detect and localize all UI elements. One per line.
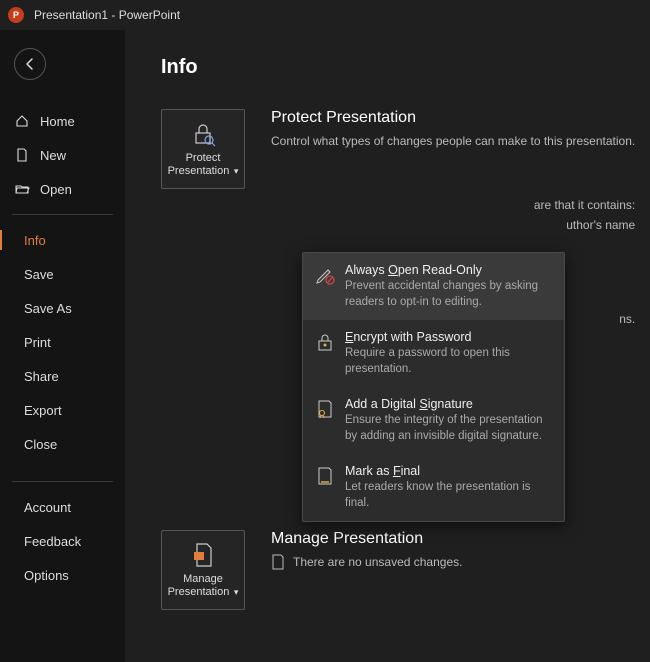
certificate-icon [315, 397, 335, 444]
titlebar: P Presentation1 - PowerPoint [0, 0, 650, 30]
nav-info-label: Info [24, 233, 46, 248]
manage-button-label: Manage Presentation [168, 573, 230, 598]
menu-final-title: Mark as Final [345, 464, 552, 478]
nav-home[interactable]: Home [0, 104, 125, 138]
backstage-sidebar: Home New Open Info Save Save As Print Sh… [0, 30, 125, 662]
nav-close-label: Close [24, 437, 57, 452]
menu-encrypt-title: Encrypt with Password [345, 330, 552, 344]
protect-dropdown-menu: Always Open Read-Only Prevent accidental… [302, 252, 565, 522]
menu-encrypt-with-password[interactable]: Encrypt with Password Require a password… [303, 320, 564, 387]
nav-open-label: Open [40, 182, 72, 197]
nav-feedback[interactable]: Feedback [0, 524, 125, 558]
nav-new[interactable]: New [0, 138, 125, 172]
protect-title: Protect Presentation [271, 109, 635, 127]
inspect-partial-author: uthor's name [271, 218, 635, 232]
nav-save-as-label: Save As [24, 301, 72, 316]
nav-home-label: Home [40, 114, 75, 129]
menu-encrypt-desc: Require a password to open this presenta… [345, 346, 552, 377]
nav-print-label: Print [24, 335, 51, 350]
protect-presentation-button[interactable]: Protect Presentation ▾ [161, 109, 245, 189]
manage-presentation-button[interactable]: Manage Presentation ▾ [161, 530, 245, 610]
folder-open-icon [14, 181, 30, 197]
nav-save-label: Save [24, 267, 54, 282]
lock-icon [189, 120, 217, 148]
chevron-down-icon: ▾ [231, 587, 238, 597]
menu-final-desc: Let readers know the presentation is fin… [345, 480, 552, 511]
nav-print[interactable]: Print [0, 325, 125, 359]
nav-save[interactable]: Save [0, 257, 125, 291]
arrow-left-icon [22, 56, 38, 72]
lock-key-icon [315, 330, 335, 377]
page-title: Info [161, 56, 650, 79]
nav-divider-2 [12, 481, 113, 482]
nav-divider [12, 214, 113, 215]
menu-read-only-desc: Prevent accidental changes by asking rea… [345, 279, 552, 310]
manage-section: Manage Presentation ▾ Manage Presentatio… [161, 530, 462, 610]
nav-open[interactable]: Open [0, 172, 125, 206]
nav-export-label: Export [24, 403, 62, 418]
nav-save-as[interactable]: Save As [0, 291, 125, 325]
nav-share-label: Share [24, 369, 59, 384]
powerpoint-icon: P [8, 7, 24, 23]
nav-info[interactable]: Info [0, 223, 125, 257]
document-final-icon [315, 464, 335, 511]
document-small-icon [271, 554, 285, 570]
chevron-down-icon: ▾ [231, 166, 238, 176]
no-unsaved-changes: There are no unsaved changes. [271, 554, 462, 570]
nav-account-label: Account [24, 500, 71, 515]
protect-button-label: Protect Presentation [168, 152, 230, 177]
nav-options-label: Options [24, 568, 69, 583]
menu-signature-desc: Ensure the integrity of the presentation… [345, 413, 552, 444]
nav-share[interactable]: Share [0, 359, 125, 393]
nav-options[interactable]: Options [0, 558, 125, 592]
back-button[interactable] [14, 48, 46, 80]
nav-close[interactable]: Close [0, 427, 125, 461]
nav-export[interactable]: Export [0, 393, 125, 427]
document-icon [14, 147, 30, 163]
main-panel: Info Protect Presentation ▾ Protect Pres… [125, 30, 650, 662]
window-title: Presentation1 - PowerPoint [34, 8, 180, 22]
menu-mark-as-final[interactable]: Mark as Final Let readers know the prese… [303, 454, 564, 521]
menu-add-digital-signature[interactable]: Add a Digital Signature Ensure the integ… [303, 387, 564, 454]
inspect-partial-aware: are that it contains: [271, 198, 635, 212]
document-manage-icon [189, 541, 217, 569]
menu-always-open-read-only[interactable]: Always Open Read-Only Prevent accidental… [303, 253, 564, 320]
nav-account[interactable]: Account [0, 490, 125, 524]
nav-feedback-label: Feedback [24, 534, 81, 549]
home-icon [14, 113, 30, 129]
pencil-prohibit-icon [315, 263, 335, 310]
manage-title: Manage Presentation [271, 530, 462, 548]
menu-read-only-title: Always Open Read-Only [345, 263, 552, 277]
protect-desc: Control what types of changes people can… [271, 133, 635, 150]
nav-new-label: New [40, 148, 66, 163]
menu-signature-title: Add a Digital Signature [345, 397, 552, 411]
